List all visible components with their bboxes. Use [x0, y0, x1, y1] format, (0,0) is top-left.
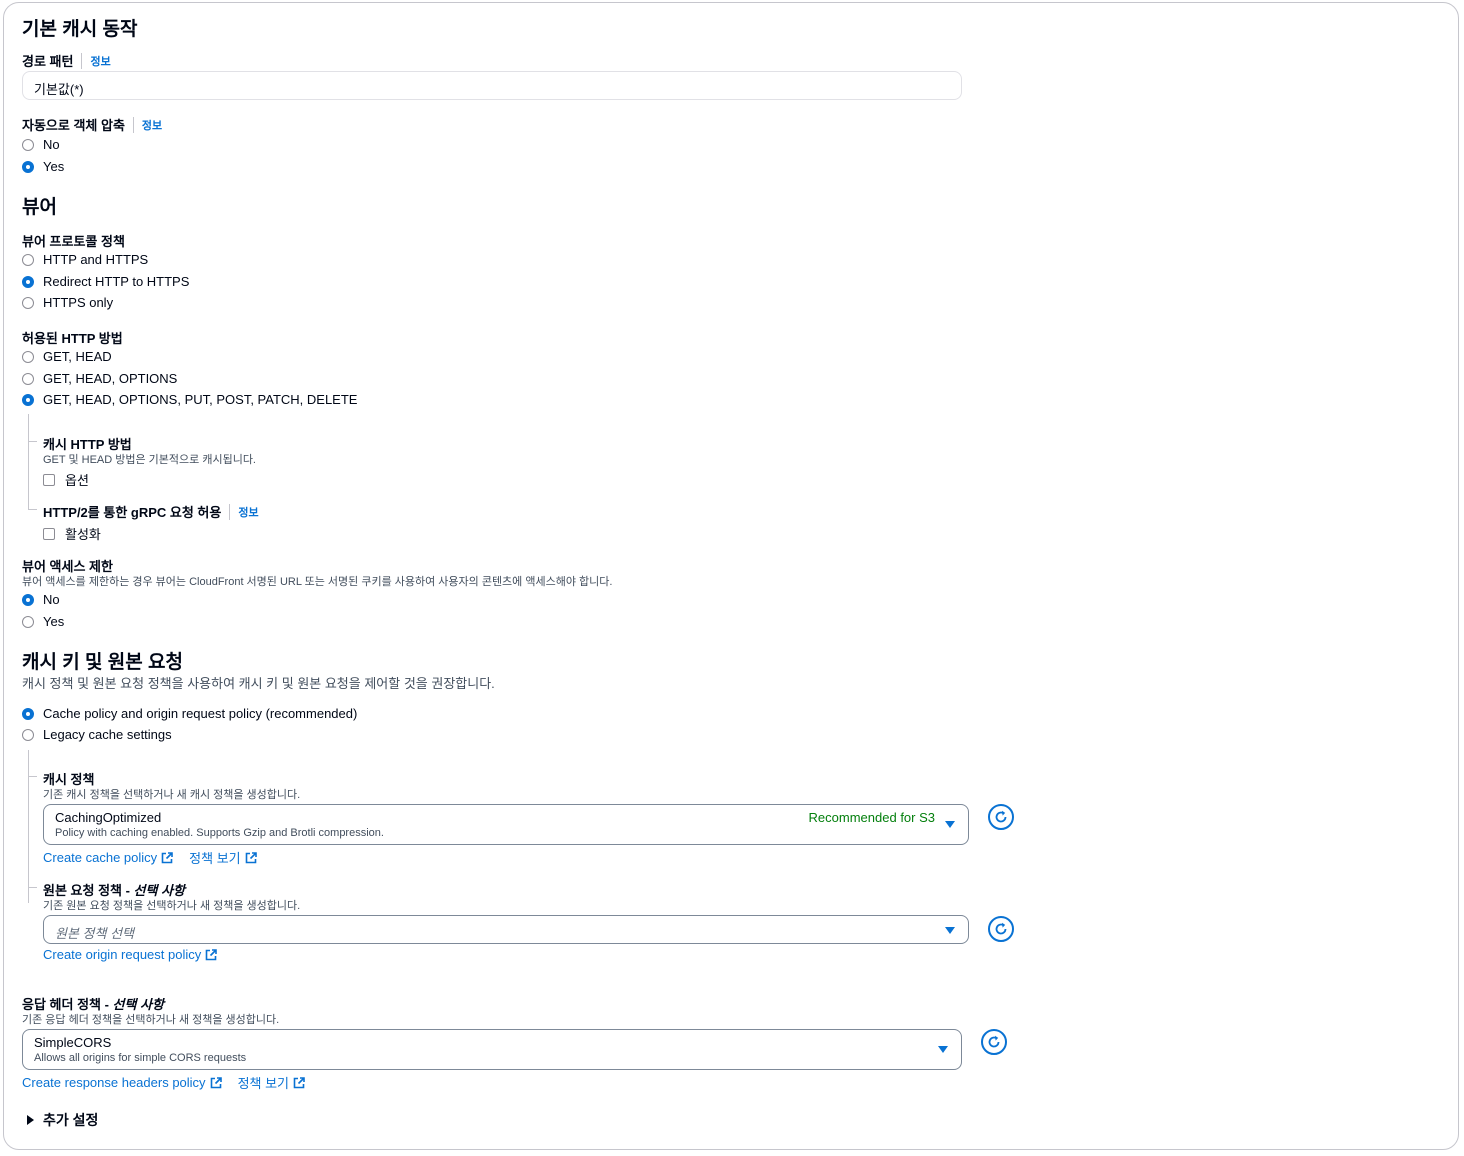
- path-pattern-value: 기본값(*): [34, 82, 84, 97]
- radio-icon: [22, 350, 34, 363]
- response-policy-refresh-button[interactable]: [981, 1029, 1007, 1055]
- optional-label: 선택 사항: [133, 883, 185, 898]
- http-methods-all[interactable]: GET, HEAD, OPTIONS, PUT, POST, PATCH, DE…: [22, 392, 357, 407]
- create-origin-policy-link[interactable]: Create origin request policy: [43, 947, 218, 962]
- optional-label: 선택 사항: [112, 997, 164, 1012]
- tree-branch: [28, 887, 37, 888]
- http-methods-get-head-options[interactable]: GET, HEAD, OPTIONS: [22, 371, 177, 386]
- radio-icon: [22, 372, 34, 385]
- recommended-tag: Recommended for S3: [808, 810, 935, 825]
- additional-settings-toggle[interactable]: 추가 설정: [27, 1110, 98, 1130]
- grpc-enable-checkbox[interactable]: 활성화: [43, 524, 101, 543]
- radio-selected-icon: [22, 593, 34, 606]
- refresh-icon: [995, 922, 1007, 935]
- caret-down-icon: [945, 927, 955, 934]
- path-pattern-label: 경로 패턴: [22, 54, 74, 69]
- cache-policy-value: CachingOptimized: [55, 810, 162, 825]
- info-link[interactable]: 정보: [132, 116, 162, 133]
- viewer-protocol-http-https[interactable]: HTTP and HTTPS: [22, 252, 148, 267]
- radio-selected-icon: [22, 275, 34, 288]
- path-pattern-label-row: 경로 패턴 정보: [22, 51, 111, 70]
- cache-key-desc: 캐시 정책 및 원본 요청 정책을 사용하여 캐시 키 및 원본 요청을 제어할…: [22, 676, 495, 691]
- http-methods-get-head[interactable]: GET, HEAD: [22, 349, 112, 364]
- response-policy-select[interactable]: SimpleCORS Allows all origins for simple…: [22, 1029, 962, 1070]
- section-title-viewer: 뷰어: [22, 197, 57, 218]
- cache-policy-desc: 기존 캐시 정책을 선택하거나 새 캐시 정책을 생성합니다.: [43, 789, 301, 801]
- external-link-icon: [161, 851, 173, 863]
- compress-label-row: 자동으로 객체 압축 정보: [22, 115, 162, 134]
- compress-label: 자동으로 객체 압축: [22, 118, 125, 133]
- cache-http-options-checkbox[interactable]: 옵션: [43, 470, 89, 489]
- viewer-protocol-https-only[interactable]: HTTPS only: [22, 295, 113, 310]
- response-policy-value: SimpleCORS: [34, 1035, 112, 1050]
- caret-right-icon: [27, 1115, 34, 1125]
- origin-policy-links: Create origin request policy: [43, 947, 218, 962]
- compress-radio-no[interactable]: No: [22, 137, 60, 152]
- radio-icon: [22, 138, 34, 151]
- cache-key-radio-legacy[interactable]: Legacy cache settings: [22, 727, 172, 742]
- refresh-icon: [995, 810, 1007, 823]
- refresh-icon: [988, 1035, 1000, 1048]
- path-pattern-field: 기본값(*): [22, 71, 962, 100]
- create-response-policy-link[interactable]: Create response headers policy: [22, 1073, 222, 1092]
- viewer-protocol-redirect[interactable]: Redirect HTTP to HTTPS: [22, 274, 189, 289]
- additional-settings-label: 추가 설정: [43, 1112, 99, 1128]
- tree-branch: [28, 441, 37, 442]
- response-policy-links: Create response headers policy 정책 보기: [22, 1073, 305, 1092]
- create-cache-policy-link[interactable]: Create cache policy: [43, 848, 173, 867]
- origin-policy-refresh-button[interactable]: [988, 916, 1014, 942]
- cache-http-desc: GET 및 HEAD 방법은 기본적으로 캐시됩니다.: [43, 454, 256, 466]
- external-link-icon: [205, 948, 218, 960]
- tree-branch: [28, 776, 37, 777]
- checkbox-icon: [43, 473, 55, 486]
- cache-policy-refresh-button[interactable]: [988, 804, 1014, 830]
- restrict-radio-yes[interactable]: Yes: [22, 614, 64, 629]
- radio-selected-icon: [22, 707, 34, 720]
- checkbox-icon: [43, 527, 55, 540]
- response-policy-value-desc: Allows all origins for simple CORS reque…: [34, 1052, 247, 1064]
- radio-selected-icon: [22, 160, 34, 173]
- caret-down-icon: [938, 1046, 948, 1053]
- grpc-label-row: HTTP/2를 통한 gRPC 요청 허용 정보: [43, 502, 259, 521]
- external-link-icon: [245, 851, 257, 863]
- external-link-icon: [293, 1076, 305, 1088]
- view-cache-policy-link[interactable]: 정책 보기: [189, 848, 257, 867]
- cache-policy-links: Create cache policy 정책 보기: [43, 848, 257, 867]
- view-response-policy-link[interactable]: 정책 보기: [238, 1073, 305, 1092]
- info-link[interactable]: 정보: [229, 503, 259, 520]
- origin-policy-select[interactable]: 원본 정책 선택: [43, 915, 969, 944]
- tree-branch: [28, 509, 37, 510]
- tree-line: [28, 750, 29, 903]
- cache-key-radio-recommended[interactable]: Cache policy and origin request policy (…: [22, 706, 357, 721]
- info-link[interactable]: 정보: [81, 52, 111, 69]
- origin-policy-desc: 기존 원본 요청 정책을 선택하거나 새 정책을 생성합니다.: [43, 900, 301, 912]
- restrict-radio-no[interactable]: No: [22, 592, 60, 607]
- section-title-cache-key: 캐시 키 및 원본 요청: [22, 652, 183, 673]
- grpc-label: HTTP/2를 통한 gRPC 요청 허용: [43, 505, 222, 520]
- restrict-desc: 뷰어 액세스를 제한하는 경우 뷰어는 CloudFront 서명된 URL 또…: [22, 576, 613, 588]
- radio-icon: [22, 253, 34, 266]
- external-link-icon: [210, 1076, 222, 1088]
- section-title-default-behavior: 기본 캐시 동작: [22, 19, 138, 40]
- caret-down-icon: [945, 821, 955, 828]
- origin-policy-placeholder: 원본 정책 선택: [55, 926, 134, 941]
- cache-policy-select[interactable]: CachingOptimized Policy with caching ena…: [43, 804, 969, 845]
- tree-line: [28, 414, 29, 510]
- radio-selected-icon: [22, 393, 34, 406]
- cache-policy-value-desc: Policy with caching enabled. Supports Gz…: [55, 827, 384, 839]
- radio-icon: [22, 615, 34, 628]
- viewer-protocol-label: 뷰어 프로토콜 정책: [22, 234, 125, 249]
- compress-radio-yes[interactable]: Yes: [22, 159, 64, 174]
- radio-icon: [22, 728, 34, 741]
- response-policy-desc: 기존 응답 헤더 정책을 선택하거나 새 정책을 생성합니다.: [22, 1014, 280, 1026]
- radio-icon: [22, 296, 34, 309]
- http-methods-label: 허용된 HTTP 방법: [22, 331, 123, 346]
